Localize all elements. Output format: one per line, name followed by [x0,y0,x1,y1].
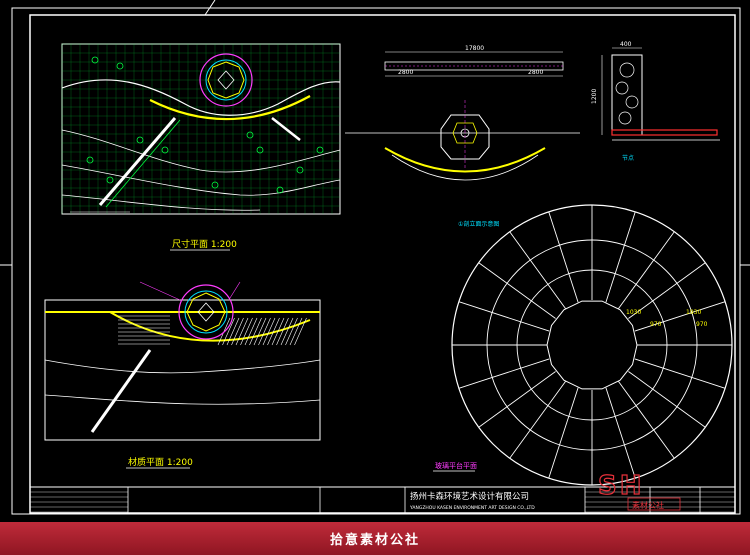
wheel-spoke [548,211,579,303]
glass-platform-wheel [451,204,733,486]
cad-drawing-sheet: 尺寸平面 1:200 材质平面 1:200 17800 2800 2800 ①剖… [0,0,750,515]
wheel-spoke [548,387,579,479]
wheel-spoke [605,211,636,303]
dimension-plan-grid [61,43,340,214]
boardwalk-left [98,117,177,206]
boardwalk-right [271,117,301,141]
leader-line [139,281,181,301]
footer-text: 拾意素材公社 [329,533,420,548]
terrain-line [44,359,321,374]
dimension-left: 2800 [398,69,413,76]
dimension-1200: 1200 [591,89,598,104]
footer-banner: 拾意素材公社 [0,522,750,555]
pavilion-section [345,100,580,181]
material-plan-title: 材质平面 1:200 [128,456,193,468]
dimension-plan-title: 尺寸平面 1:200 [172,238,237,250]
dimension-400: 400 [620,41,632,48]
terrain-line [61,129,341,173]
terrain-line [44,394,321,405]
wheel-spoke [605,387,636,479]
tree-symbol [116,62,124,70]
wheel-hub [546,300,638,390]
wheel-spoke [634,358,726,389]
tree-symbol [86,156,94,164]
company-name-en: YANGZHOU KASEN ENVIRONMENT ART DESIGN CO… [409,505,535,511]
tree-symbol [136,136,144,144]
dimension-plan-border [61,43,341,215]
section-title: ①剖立面示意图 [458,220,499,228]
wheel-spoke [634,301,726,332]
wheel-dim-4: 970 [696,321,708,328]
wheel-spoke [458,358,550,389]
material-plan-view [44,281,321,441]
material-plan-border [44,299,321,441]
boardwalk [90,349,152,433]
wheel-dim-2: 1930 [686,309,701,316]
inner-frame [29,14,736,514]
dimension-right: 2800 [528,69,543,76]
leader-line [229,281,241,299]
wheel-spoke [458,301,550,332]
terrain-line [61,164,341,196]
detail-label: 节点 [622,154,634,162]
tree-symbol [106,176,114,184]
wheel-dim-1: 1030 [626,309,641,316]
company-name-cn: 扬州卡森环境艺术设计有限公司 [410,491,529,502]
wheel-dim-3: 970 [650,321,662,328]
dimension-total: 17800 [465,45,484,52]
watermark-letters: SH [598,471,645,501]
dimension-plan-view [61,43,341,215]
outer-frame [11,7,741,515]
watermark-sub: 素材公社 [632,500,664,510]
tree-symbol [246,131,254,139]
wall-detail [601,47,720,141]
wheel-plan-title: 玻璃平台平面 [435,461,477,470]
sh-watermark-logo: SH 素材公社 [597,470,681,511]
